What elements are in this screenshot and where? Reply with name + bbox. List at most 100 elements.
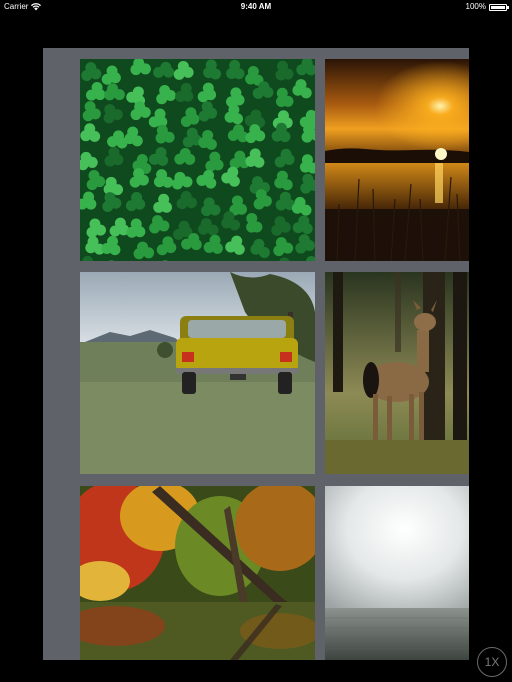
clover-leaf	[275, 122, 287, 134]
clover-leaf	[249, 148, 261, 160]
clover-leaf	[134, 101, 146, 113]
clover-leaf	[279, 191, 291, 203]
clover-leaf	[130, 218, 142, 230]
clover-leaf	[203, 197, 215, 209]
clover-leaf	[156, 124, 168, 136]
status-bar: Carrier 9:40 AM 100%	[0, 0, 512, 14]
clover-leaf	[106, 65, 118, 77]
clover-leaf	[234, 150, 246, 162]
clover-leaf	[155, 147, 167, 159]
clover-leaf	[104, 104, 116, 116]
clover-leaf	[82, 110, 94, 122]
clover-leaf	[83, 191, 95, 203]
photo-foggy-field[interactable]	[325, 486, 469, 660]
clover-leaf	[209, 151, 221, 163]
clover-leaf	[88, 170, 100, 182]
clover-leaf	[205, 59, 217, 71]
clover-leaf	[301, 154, 313, 166]
clover-leaf	[303, 124, 315, 136]
clover-leaf	[159, 84, 171, 96]
clover-leaf	[250, 109, 262, 121]
clover-leaf	[258, 81, 270, 93]
clover-leaf	[209, 234, 221, 246]
sunset-image	[325, 59, 469, 261]
clover-leaf	[294, 196, 306, 208]
clover-leaf	[132, 86, 144, 98]
photo-yellow-mustang-car[interactable]	[80, 272, 315, 474]
clover-leaf	[233, 124, 245, 136]
clover-leaf	[87, 236, 99, 248]
clover-leaf	[180, 82, 192, 94]
clover-image	[80, 59, 315, 261]
clover-leaf	[227, 166, 239, 178]
clover-leaf	[185, 107, 197, 119]
deer-image	[325, 272, 469, 474]
clover-leaf	[251, 176, 263, 188]
clover-leaf	[80, 151, 92, 163]
clover-leaf	[154, 108, 166, 120]
battery-icon	[489, 3, 509, 11]
clover-leaf	[160, 61, 172, 73]
clover-leaf	[156, 169, 168, 181]
clover-leaf	[177, 60, 189, 72]
battery-fill	[491, 5, 505, 9]
clover-leaf	[277, 60, 289, 72]
clover-leaf	[255, 189, 267, 201]
clover-leaf	[298, 234, 310, 246]
clover-leaf	[107, 235, 119, 247]
clover-leaf	[179, 148, 191, 160]
clover-leaf	[86, 179, 98, 191]
clover-leaf	[228, 104, 240, 116]
clover-leaf	[105, 176, 117, 188]
car-image	[80, 272, 315, 474]
clover-leaf	[178, 220, 190, 232]
clover-leaf	[201, 101, 213, 113]
clover-leaf	[84, 123, 96, 135]
clover-leaf	[223, 211, 235, 223]
photo-sunset-over-lake[interactable]	[325, 59, 469, 261]
photo-clover-leaves[interactable]	[80, 59, 315, 261]
clover-leaf	[231, 195, 243, 207]
clover-leaf	[91, 81, 103, 93]
clover-leaf	[203, 169, 215, 181]
clover-leaf	[280, 148, 292, 160]
clover-leaf	[229, 59, 241, 71]
clover-leaf	[104, 192, 116, 204]
clover-leaf	[107, 83, 119, 95]
clock: 9:40 AM	[240, 2, 272, 11]
scale-1x-button[interactable]: 1X	[477, 647, 507, 677]
clover-leaf	[276, 87, 288, 99]
clover-leaf	[302, 173, 314, 185]
clover-leaf	[295, 79, 307, 91]
clover-leaf	[275, 237, 287, 249]
clover-leaf	[112, 130, 124, 142]
photo-autumn-tree-reflection[interactable]	[80, 486, 315, 660]
clover-leaf	[277, 110, 289, 122]
clover-leaf	[202, 82, 214, 94]
status-right: 100%	[466, 0, 509, 14]
clover-leaf	[85, 62, 97, 74]
clover-leaf	[230, 87, 242, 99]
clover-leaf	[174, 171, 186, 183]
clover-leaf	[253, 238, 265, 250]
clover-leaf	[114, 217, 126, 229]
clover-leaf	[249, 124, 261, 136]
clover-leaf	[200, 218, 212, 230]
clover-leaf	[152, 215, 164, 227]
clover-leaf	[131, 191, 143, 203]
clover-leaf	[89, 218, 101, 230]
clover-leaf	[137, 241, 149, 253]
clover-leaf	[246, 212, 258, 224]
clover-leaf	[274, 216, 286, 228]
clover-leaf	[180, 191, 192, 203]
autumn-image	[80, 486, 315, 660]
photo-deer-in-forest[interactable]	[325, 272, 469, 474]
clover-leaf	[298, 215, 310, 227]
clover-leaf	[253, 198, 265, 210]
clover-leaf	[247, 65, 259, 77]
clover-leaf	[186, 127, 198, 139]
clover-leaf	[158, 193, 170, 205]
clover-leaf	[136, 154, 148, 166]
clover-leaf	[276, 170, 288, 182]
clover-leaf	[231, 235, 243, 247]
